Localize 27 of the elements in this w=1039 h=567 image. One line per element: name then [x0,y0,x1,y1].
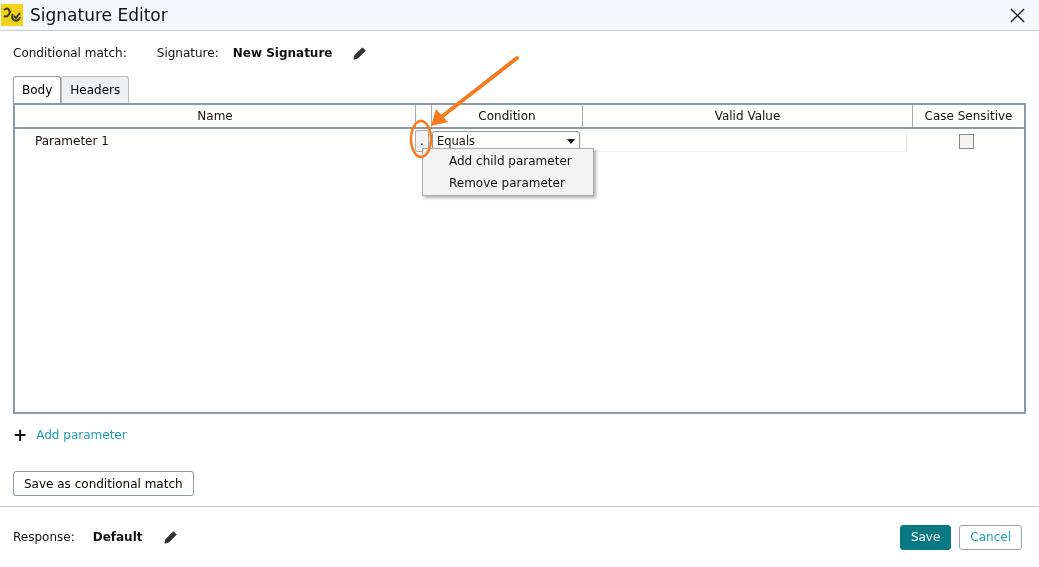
response-value: Default [92,530,143,544]
column-header: Condition [478,109,536,123]
tab[interactable]: Headers [61,76,130,103]
response-label: Response: [13,530,75,544]
pencil-icon[interactable] [162,529,178,545]
column-header: Name [197,109,233,123]
save-as-conditional-match-button[interactable]: Save as conditional match [13,471,194,496]
signature-label: Signature: [156,46,219,60]
conditional-match-label: Conditional match: [13,46,127,60]
pencil-icon[interactable] [352,45,368,61]
caret-icon [567,138,575,144]
menu-item[interactable]: Add child parameter [423,150,593,172]
window-title: Signature Editor [30,5,169,25]
save-button[interactable]: Save [899,524,952,550]
app-logo-icon [1,4,23,26]
menu-item[interactable]: Remove parameter [423,172,593,194]
signature-name: New Signature [232,46,333,60]
annotation-circle [409,119,433,159]
plus-icon: + [13,427,28,443]
parameter-name: Parameter 1 [35,134,109,148]
case-sensitive-checkbox[interactable] [959,133,974,149]
column-header: Valid Value [714,109,781,123]
column-header: Case Sensitive [924,109,1013,123]
tab[interactable]: Body [13,76,62,103]
valid-value-field[interactable] [580,130,907,152]
more-button[interactable]: . [415,130,429,152]
close-icon[interactable] [1010,7,1025,23]
